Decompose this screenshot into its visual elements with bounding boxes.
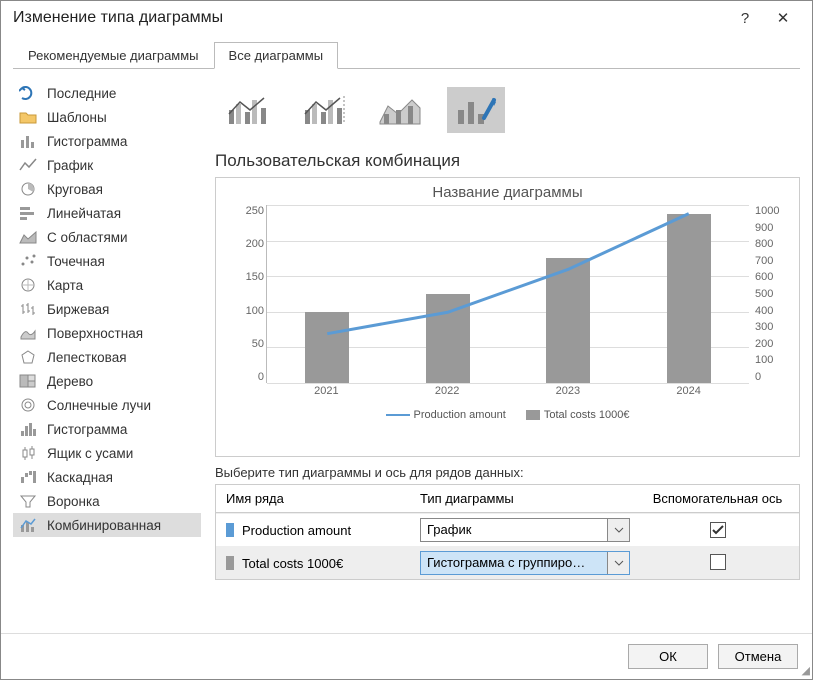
subtype-title: Пользовательская комбинация [215,151,800,171]
sidebar-item-label: Солнечные лучи [47,398,151,413]
series-config-prompt: Выберите тип диаграммы и ось для рядов д… [215,465,800,480]
column-chart-icon [19,133,37,149]
sidebar-item-label: Лепестковая [47,350,127,365]
sidebar-item-recent[interactable]: Последние [13,81,201,105]
sidebar-item-label: Линейчатая [47,206,121,221]
subtype-row [215,81,800,147]
dialog-footer: ОК Отмена ◢ [1,633,812,679]
subtype-custom[interactable] [447,87,505,133]
titlebar: Изменение типа диаграммы ? ✕ [1,1,812,33]
series-config-grid: Имя ряда Тип диаграммы Вспомогательная о… [215,484,800,580]
combo-chart-icon [19,517,37,533]
area-chart-icon [19,229,37,245]
tab-recommended[interactable]: Рекомендуемые диаграммы [13,42,214,69]
series-type-combo[interactable]: Гистограмма с группиро… [420,551,630,575]
tab-all[interactable]: Все диаграммы [214,42,339,69]
sidebar-item-templates[interactable]: Шаблоны [13,105,201,129]
sidebar-item-area[interactable]: С областями [13,225,201,249]
grid-header-name: Имя ряда [216,485,416,512]
grid-header-type: Тип диаграммы [416,487,636,510]
scatter-chart-icon [19,253,37,269]
waterfall-icon [19,469,37,485]
y-axis-primary: 250 200 150 100 50 0 [230,205,264,383]
sidebar-item-label: График [47,158,93,173]
series-row: Total costs 1000€ Гистограмма с группиро… [216,546,799,579]
cancel-button[interactable]: Отмена [718,644,798,669]
series-type-combo[interactable]: График [420,518,630,542]
resize-grip-icon[interactable]: ◢ [802,664,810,677]
sidebar-item-boxwhisker[interactable]: Ящик с усами [13,441,201,465]
sidebar-item-label: Гистограмма [47,134,127,149]
series-color-swatch [226,556,234,570]
series-name: Total costs 1000€ [242,556,343,571]
chevron-down-icon [607,552,629,574]
line-chart-icon [19,157,37,173]
sidebar-item-sunburst[interactable]: Солнечные лучи [13,393,201,417]
sidebar-item-map[interactable]: Карта [13,273,201,297]
sidebar-item-label: Биржевая [47,302,109,317]
sidebar-item-label: Ящик с усами [47,446,133,461]
subtype-clustered-line-secondary[interactable] [295,87,353,133]
sidebar-item-label: Точечная [47,254,105,269]
series-color-swatch [226,523,234,537]
sidebar-item-label: Последние [47,86,116,101]
close-button[interactable]: ✕ [764,9,802,27]
sidebar-item-treemap[interactable]: Дерево [13,369,201,393]
sidebar-item-waterfall[interactable]: Каскадная [13,465,201,489]
subtype-clustered-line[interactable] [219,87,277,133]
stock-chart-icon [19,301,37,317]
chart-preview: Название диаграммы 250 200 150 100 50 0 … [215,177,800,457]
subtype-stacked-area[interactable] [371,87,429,133]
sidebar-item-surface[interactable]: Поверхностная [13,321,201,345]
sidebar-item-label: Круговая [47,182,103,197]
grid-header-axis: Вспомогательная ось [636,485,799,512]
sidebar-item-radar[interactable]: Лепестковая [13,345,201,369]
sidebar-item-label: Карта [47,278,83,293]
sidebar-item-scatter[interactable]: Точечная [13,249,201,273]
box-whisker-icon [19,445,37,461]
folder-icon [19,109,37,125]
histogram-icon [19,421,37,437]
plot-area [266,205,749,383]
sidebar-item-label: Дерево [47,374,93,389]
sidebar-item-label: Гистограмма [47,422,127,437]
chevron-down-icon [607,519,629,541]
secondary-axis-checkbox[interactable] [710,554,726,570]
sidebar-item-histogram[interactable]: Гистограмма [13,417,201,441]
radar-chart-icon [19,349,37,365]
sidebar-item-label: Шаблоны [47,110,107,125]
tab-bar: Рекомендуемые диаграммы Все диаграммы [13,41,800,69]
window-title: Изменение типа диаграммы [13,9,223,27]
y-axis-secondary: 1000 900 800 700 600 500 400 300 200 100… [755,205,789,383]
treemap-icon [19,373,37,389]
funnel-icon [19,493,37,509]
x-axis: 2021 2022 2023 2024 [266,385,749,405]
sidebar-item-bar[interactable]: Линейчатая [13,201,201,225]
sidebar-item-stock[interactable]: Биржевая [13,297,201,321]
secondary-axis-checkbox[interactable] [710,522,726,538]
sidebar-item-funnel[interactable]: Воронка [13,489,201,513]
sidebar-item-combo[interactable]: Комбинированная [13,513,201,537]
surface-chart-icon [19,325,37,341]
sidebar-item-label: Поверхностная [47,326,143,341]
sidebar-item-label: С областями [47,230,128,245]
recent-icon [19,85,37,101]
sidebar-item-line[interactable]: График [13,153,201,177]
map-chart-icon [19,277,37,293]
series-name: Production amount [242,523,351,538]
help-button[interactable]: ? [726,10,764,27]
sunburst-icon [19,397,37,413]
sidebar-item-column[interactable]: Гистограмма [13,129,201,153]
bar-chart-icon [19,205,37,221]
chart-title: Название диаграммы [226,184,789,201]
ok-button[interactable]: ОК [628,644,708,669]
sidebar-item-pie[interactable]: Круговая [13,177,201,201]
sidebar-item-label: Каскадная [47,470,113,485]
chart-category-sidebar: Последние Шаблоны Гистограмма График Кру… [13,81,201,629]
series-row: Production amount График [216,513,799,546]
pie-chart-icon [19,181,37,197]
sidebar-item-label: Воронка [47,494,100,509]
sidebar-item-label: Комбинированная [47,518,161,533]
